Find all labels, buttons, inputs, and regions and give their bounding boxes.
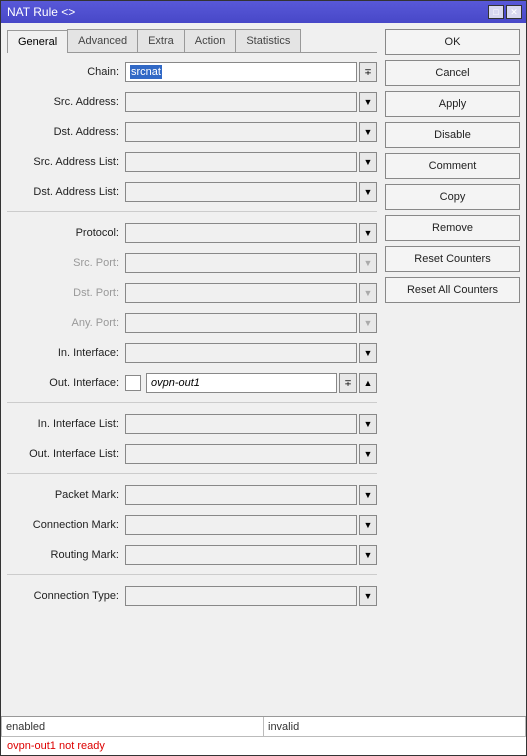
window-title: NAT Rule <> [5, 5, 488, 19]
tab-statistics[interactable]: Statistics [235, 29, 301, 52]
form-area: Chain: srcnat ∓ Src. Address: ▼ Dst. Add… [7, 53, 377, 710]
in-interface-list-label: In. Interface List: [7, 418, 125, 430]
out-interface-list-label: Out. Interface List: [7, 448, 125, 460]
button-panel: OK Cancel Apply Disable Comment Copy Rem… [385, 29, 520, 710]
src-port-label: Src. Port: [7, 257, 125, 269]
divider [7, 473, 377, 474]
in-interface-expand-icon[interactable]: ▼ [359, 343, 377, 363]
status-invalid: invalid [263, 717, 526, 737]
nat-rule-window: NAT Rule <> □ ✕ General Advanced Extra A… [0, 0, 527, 756]
chain-dropdown-icon[interactable]: ∓ [359, 62, 377, 82]
disable-button[interactable]: Disable [385, 122, 520, 148]
connection-type-expand-icon[interactable]: ▼ [359, 586, 377, 606]
protocol-label: Protocol: [7, 227, 125, 239]
dst-address-label: Dst. Address: [7, 126, 125, 138]
dst-address-list-input[interactable] [125, 182, 357, 202]
routing-mark-input[interactable] [125, 545, 357, 565]
in-interface-list-expand-icon[interactable]: ▼ [359, 414, 377, 434]
maximize-icon[interactable]: □ [488, 5, 504, 19]
chain-input[interactable]: srcnat [125, 62, 357, 82]
titlebar: NAT Rule <> □ ✕ [1, 1, 526, 23]
out-interface-list-expand-icon[interactable]: ▼ [359, 444, 377, 464]
any-port-input [125, 313, 357, 333]
divider [7, 402, 377, 403]
src-address-input[interactable] [125, 92, 357, 112]
protocol-input[interactable] [125, 223, 357, 243]
out-interface-input[interactable]: ovpn-out1 [146, 373, 337, 393]
any-port-label: Any. Port: [7, 317, 125, 329]
tabs: General Advanced Extra Action Statistics [7, 29, 377, 53]
tab-action[interactable]: Action [184, 29, 237, 52]
dst-port-input [125, 283, 357, 303]
reset-all-counters-button[interactable]: Reset All Counters [385, 277, 520, 303]
connection-mark-label: Connection Mark: [7, 519, 125, 531]
copy-button[interactable]: Copy [385, 184, 520, 210]
src-address-expand-icon[interactable]: ▼ [359, 92, 377, 112]
packet-mark-expand-icon[interactable]: ▼ [359, 485, 377, 505]
tab-general[interactable]: General [7, 30, 68, 53]
any-port-expand-icon: ▼ [359, 313, 377, 333]
dst-port-label: Dst. Port: [7, 287, 125, 299]
tab-extra[interactable]: Extra [137, 29, 185, 52]
status-area: enabled invalid ovpn-out1 not ready [1, 716, 526, 755]
dst-address-list-expand-icon[interactable]: ▼ [359, 182, 377, 202]
src-address-list-expand-icon[interactable]: ▼ [359, 152, 377, 172]
out-interface-list-input[interactable] [125, 444, 357, 464]
packet-mark-input[interactable] [125, 485, 357, 505]
tab-advanced[interactable]: Advanced [67, 29, 138, 52]
routing-mark-label: Routing Mark: [7, 549, 125, 561]
ok-button[interactable]: OK [385, 29, 520, 55]
close-icon[interactable]: ✕ [506, 5, 522, 19]
src-port-expand-icon: ▼ [359, 253, 377, 273]
in-interface-list-input[interactable] [125, 414, 357, 434]
in-interface-label: In. Interface: [7, 347, 125, 359]
src-address-label: Src. Address: [7, 96, 125, 108]
divider [7, 574, 377, 575]
status-enabled: enabled [1, 717, 263, 737]
cancel-button[interactable]: Cancel [385, 60, 520, 86]
divider [7, 211, 377, 212]
dst-address-expand-icon[interactable]: ▼ [359, 122, 377, 142]
out-interface-dropdown-icon[interactable]: ∓ [339, 373, 357, 393]
protocol-expand-icon[interactable]: ▼ [359, 223, 377, 243]
packet-mark-label: Packet Mark: [7, 489, 125, 501]
connection-mark-input[interactable] [125, 515, 357, 535]
src-address-list-input[interactable] [125, 152, 357, 172]
out-interface-not-checkbox[interactable] [125, 375, 141, 391]
remove-button[interactable]: Remove [385, 215, 520, 241]
chain-label: Chain: [7, 66, 125, 78]
in-interface-input[interactable] [125, 343, 357, 363]
connection-type-label: Connection Type: [7, 590, 125, 602]
dst-address-list-label: Dst. Address List: [7, 186, 125, 198]
reset-counters-button[interactable]: Reset Counters [385, 246, 520, 272]
dst-address-input[interactable] [125, 122, 357, 142]
routing-mark-expand-icon[interactable]: ▼ [359, 545, 377, 565]
connection-type-input[interactable] [125, 586, 357, 606]
status-error: ovpn-out1 not ready [1, 737, 526, 755]
src-address-list-label: Src. Address List: [7, 156, 125, 168]
dst-port-expand-icon: ▼ [359, 283, 377, 303]
comment-button[interactable]: Comment [385, 153, 520, 179]
connection-mark-expand-icon[interactable]: ▼ [359, 515, 377, 535]
src-port-input [125, 253, 357, 273]
out-interface-label: Out. Interface: [7, 377, 125, 389]
apply-button[interactable]: Apply [385, 91, 520, 117]
out-interface-collapse-icon[interactable]: ▲ [359, 373, 377, 393]
